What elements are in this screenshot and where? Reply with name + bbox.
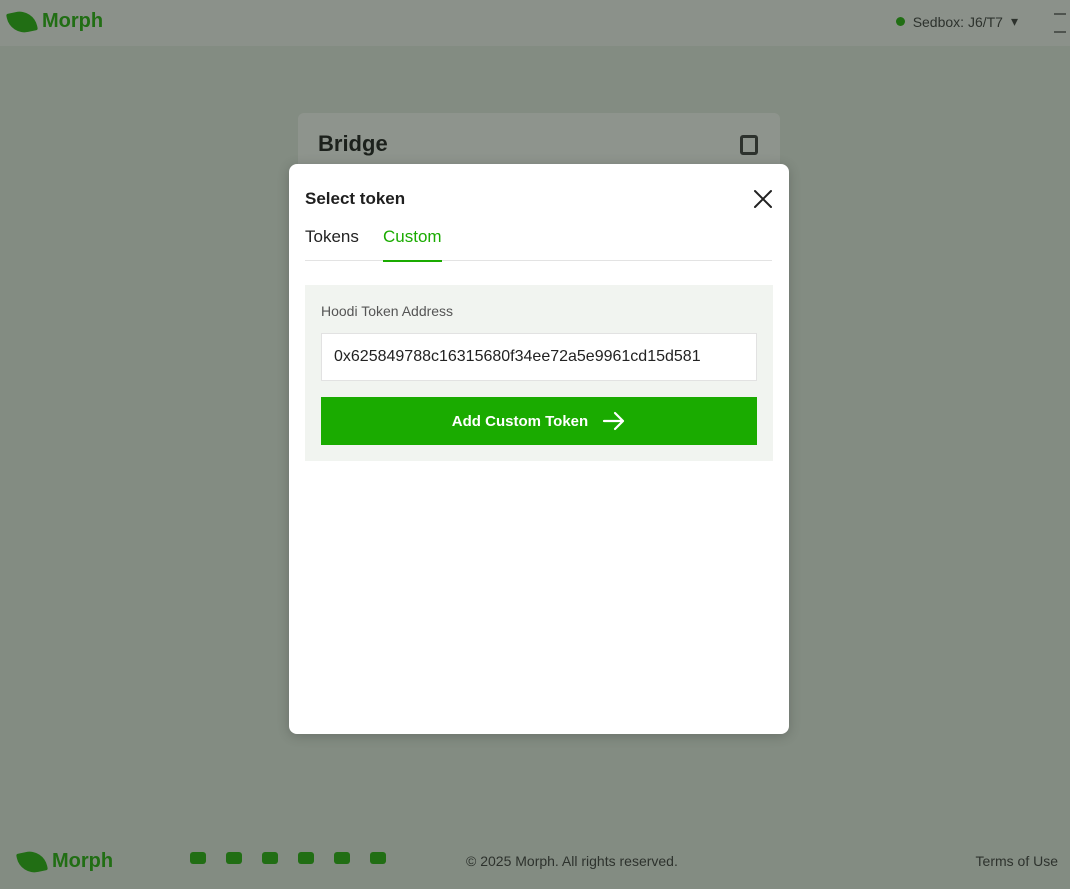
token-address-label: Hoodi Token Address — [321, 303, 454, 319]
tab-tokens[interactable]: Tokens — [305, 227, 359, 260]
close-icon — [754, 190, 772, 208]
add-custom-token-label: Add Custom Token — [451, 412, 589, 430]
custom-token-panel: Hoodi Token Address Add Custom Token — [305, 285, 773, 461]
modal-title: Select token — [305, 189, 406, 208]
close-button[interactable] — [751, 187, 775, 211]
select-token-modal: Select token Tokens Custom Hoodi Token A… — [289, 164, 789, 734]
token-tabs: Tokens Custom — [305, 224, 772, 262]
add-custom-token-button[interactable]: Add Custom Token — [321, 397, 757, 445]
arrow-right-icon — [603, 411, 625, 431]
tab-custom[interactable]: Custom — [383, 227, 442, 262]
token-address-input[interactable] — [321, 333, 757, 381]
